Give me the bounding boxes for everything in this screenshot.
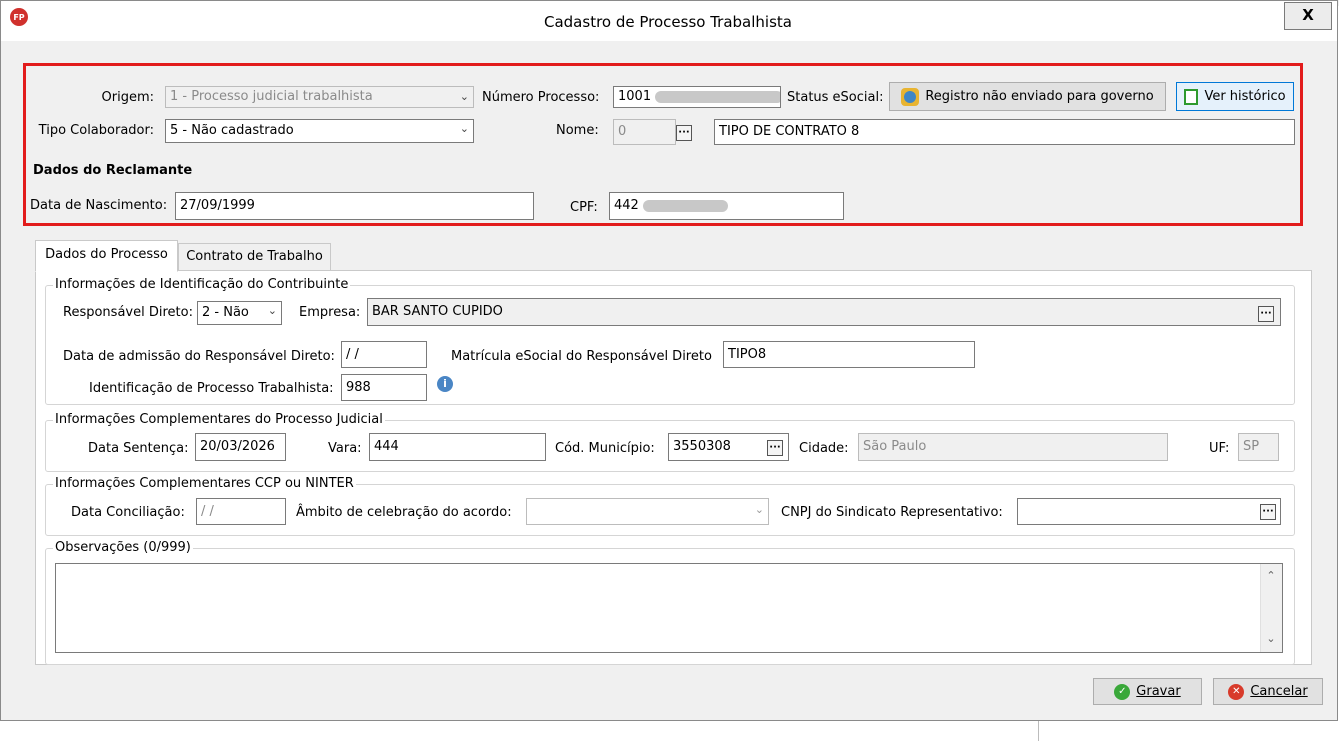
- sentenca-input[interactable]: 20/03/2026: [195, 433, 286, 461]
- identificacao-legend: Informações de Identificação do Contribu…: [53, 276, 351, 294]
- scroll-down-icon[interactable]: ⌄: [1260, 628, 1282, 650]
- ellipsis-icon: ···: [1260, 308, 1272, 319]
- ambito-select[interactable]: ⌄: [526, 498, 769, 525]
- empresa-label: Empresa:: [299, 305, 361, 320]
- responsavel-label: Responsável Direto:: [63, 305, 193, 320]
- cancel-circle-icon: ✕: [1228, 683, 1245, 700]
- ellipsis-icon: ···: [1262, 506, 1274, 517]
- municipio-label: Cód. Município:: [555, 441, 655, 456]
- ident-processo-input[interactable]: 988: [341, 374, 427, 401]
- cnpj-label: CNPJ do Sindicato Representativo:: [781, 505, 1003, 520]
- cancelar-text: Cancelar: [1250, 684, 1308, 699]
- tab-contrato-trabalho[interactable]: Contrato de Trabalho: [178, 243, 331, 271]
- observacoes-textarea[interactable]: [55, 563, 1283, 653]
- uf-input[interactable]: SP: [1238, 433, 1279, 461]
- conciliacao-value: / /: [201, 504, 214, 519]
- ident-processo-value: 988: [346, 380, 371, 395]
- cnpj-search-button[interactable]: ···: [1260, 504, 1276, 520]
- gravar-text: Gravar: [1136, 684, 1181, 699]
- responsavel-select[interactable]: 2 - Não ⌄: [197, 301, 282, 325]
- matricula-input[interactable]: TIPO8: [723, 341, 975, 368]
- cnpj-input[interactable]: [1017, 498, 1281, 525]
- empresa-search-button[interactable]: ···: [1258, 306, 1274, 322]
- vara-input[interactable]: 444: [369, 433, 546, 461]
- chevron-down-icon: ⌄: [754, 503, 764, 516]
- matricula-value: TIPO8: [728, 347, 767, 362]
- cancelar-button[interactable]: ✕ Cancelar: [1213, 678, 1323, 705]
- window-title: Cadastro de Processo Trabalhista: [544, 13, 792, 31]
- observacoes-legend: Observações (0/999): [53, 539, 193, 557]
- tab-dados-processo[interactable]: Dados do Processo: [35, 240, 178, 272]
- responsavel-value: 2 - Não: [202, 305, 249, 320]
- scroll-up-icon[interactable]: ⌃: [1260, 565, 1282, 587]
- conciliacao-label: Data Conciliação:: [71, 505, 185, 520]
- sentenca-label: Data Sentença:: [88, 441, 189, 456]
- highlight-box: [23, 63, 1303, 226]
- municipio-value: 3550308: [673, 439, 731, 454]
- ident-processo-label: Identificação de Processo Trabalhista:: [89, 381, 334, 396]
- cidade-value: São Paulo: [863, 439, 927, 454]
- empresa-input[interactable]: BAR SANTO CUPIDO: [367, 298, 1281, 326]
- info-icon[interactable]: i: [437, 376, 453, 392]
- vara-label: Vara:: [328, 441, 362, 456]
- empresa-value: BAR SANTO CUPIDO: [372, 304, 503, 319]
- uf-label: UF:: [1209, 441, 1230, 456]
- background-window: [1038, 721, 1339, 741]
- chevron-down-icon: ⌄: [267, 304, 277, 317]
- admissao-label: Data de admissão do Responsável Direto:: [63, 349, 335, 364]
- sentenca-value: 20/03/2026: [200, 439, 275, 454]
- ccp-legend: Informações Complementares CCP ou NINTER: [53, 475, 356, 493]
- close-button[interactable]: X: [1284, 2, 1332, 30]
- municipio-search-button[interactable]: ···: [767, 440, 783, 456]
- matricula-label: Matrícula eSocial do Responsável Direto: [451, 349, 712, 364]
- cidade-input[interactable]: São Paulo: [858, 433, 1168, 461]
- cidade-label: Cidade:: [799, 441, 849, 456]
- admissao-value: / /: [346, 347, 359, 362]
- ambito-label: Âmbito de celebração do acordo:: [296, 505, 512, 520]
- gravar-button[interactable]: ✓ Gravar: [1093, 678, 1202, 705]
- vara-value: 444: [374, 439, 399, 454]
- conciliacao-input[interactable]: / /: [196, 498, 286, 525]
- admissao-input[interactable]: / /: [341, 341, 427, 368]
- ellipsis-icon: ···: [769, 442, 781, 453]
- judicial-legend: Informações Complementares do Processo J…: [53, 411, 385, 429]
- check-circle-icon: ✓: [1114, 683, 1131, 700]
- uf-value: SP: [1243, 439, 1260, 454]
